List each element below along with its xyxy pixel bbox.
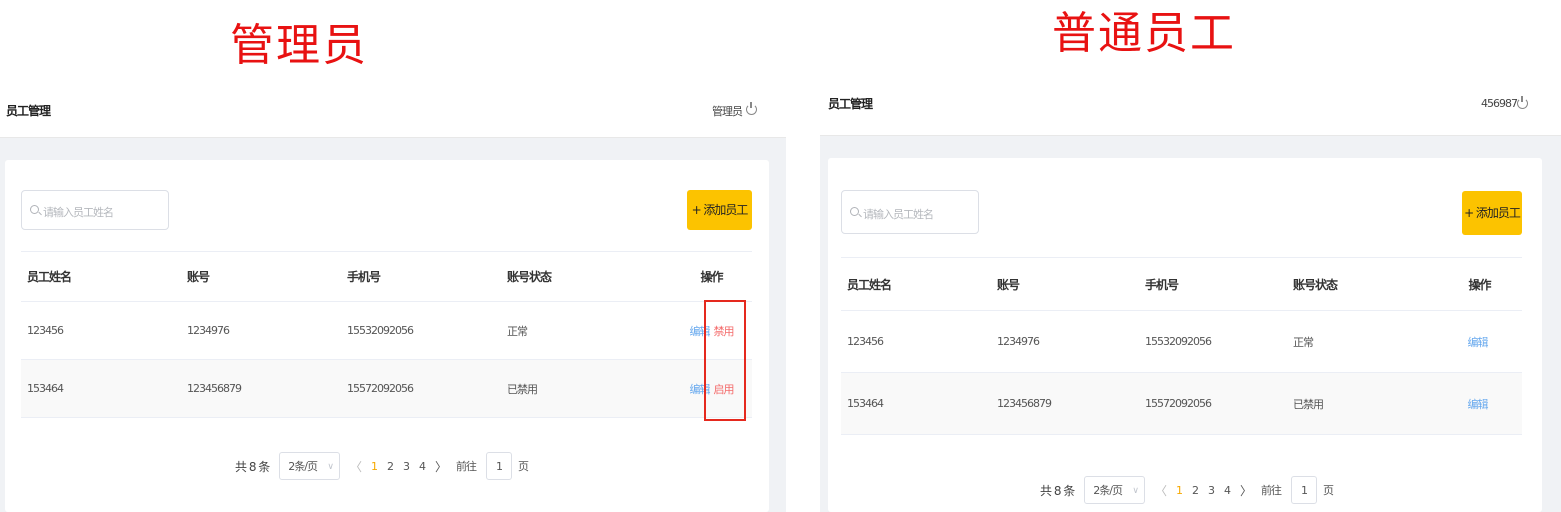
table-row: 123456 1234976 15532092056 正常 编辑 <box>841 310 1522 373</box>
column-header: 账号状态 <box>1287 257 1437 311</box>
page-number[interactable]: 3 <box>403 460 410 473</box>
caption-admin: 管理员 <box>230 20 368 71</box>
page-number[interactable]: 1 <box>371 460 378 473</box>
column-header: 操作 <box>671 251 752 302</box>
goto-page-input[interactable]: 1 <box>1291 476 1318 504</box>
admin-view-panel: 员工管理 管理员 请输入员工姓名 + 添加员工 员工姓名 账号 手机号 账号状态… <box>0 82 786 512</box>
prev-page-button[interactable]: 〈 <box>350 458 362 475</box>
search-icon <box>30 205 39 214</box>
power-icon[interactable] <box>746 102 757 115</box>
cell-actions: 编辑 <box>1437 310 1522 373</box>
cell-name: 153464 <box>841 372 991 435</box>
header-bar: 员工管理 456987 <box>820 80 1561 136</box>
column-header: 手机号 <box>341 251 501 302</box>
employee-table: 员工姓名 账号 手机号 账号状态 操作 123456 1234976 15532… <box>841 257 1522 435</box>
column-header: 员工姓名 <box>841 257 991 311</box>
chevron-down-icon: ∨ <box>1132 486 1139 496</box>
column-header: 账号 <box>181 251 341 302</box>
search-input[interactable]: 请输入员工姓名 <box>21 190 169 230</box>
table-row: 123456 1234976 15532092056 正常 编辑 禁用 <box>21 301 752 360</box>
next-page-button[interactable]: 〉 <box>1240 482 1252 499</box>
cell-account: 1234976 <box>991 310 1139 373</box>
page-number[interactable]: 2 <box>387 460 394 473</box>
next-page-button[interactable]: 〉 <box>435 458 447 475</box>
page-size-select[interactable]: 2条/页 ∨ <box>279 452 340 480</box>
cell-phone: 15572092056 <box>341 359 501 418</box>
table-header-row: 员工姓名 账号 手机号 账号状态 操作 <box>21 251 752 302</box>
total-count: 共 8 条 <box>235 459 270 474</box>
cell-account: 123456879 <box>181 359 341 418</box>
page-number[interactable]: 4 <box>1224 484 1231 497</box>
edit-link[interactable]: 编辑 <box>1468 398 1489 411</box>
staff-view-panel: 员工管理 456987 请输入员工姓名 + 添加员工 员工姓名 账号 手机号 账… <box>820 80 1561 512</box>
page-number[interactable]: 1 <box>1176 484 1183 497</box>
cell-account: 123456879 <box>991 372 1139 435</box>
cell-phone: 15532092056 <box>1139 310 1287 373</box>
pagination: 共 8 条 2条/页 ∨ 〈 1 2 3 4 〉 前往 1 页 <box>235 451 538 481</box>
table-header-row: 员工姓名 账号 手机号 账号状态 操作 <box>841 257 1522 311</box>
page-number[interactable]: 3 <box>1208 484 1215 497</box>
user-name[interactable]: 管理员 <box>712 103 743 119</box>
page-size-value: 2条/页 <box>288 460 318 473</box>
cell-status: 已禁用 <box>1287 372 1437 435</box>
pagination: 共 8 条 2条/页 ∨ 〈 1 2 3 4 〉 前往 1 页 <box>1040 474 1343 506</box>
column-header: 员工姓名 <box>21 251 181 302</box>
search-placeholder: 请输入员工姓名 <box>863 208 934 221</box>
goto-label: 前往 <box>1261 484 1282 497</box>
cell-status: 正常 <box>501 301 671 360</box>
cell-account: 1234976 <box>181 301 341 360</box>
cell-name: 153464 <box>21 359 181 418</box>
goto-page-input[interactable]: 1 <box>486 452 513 480</box>
table-row: 153464 123456879 15572092056 已禁用 编辑 启用 <box>21 359 752 418</box>
table-row: 153464 123456879 15572092056 已禁用 编辑 <box>841 372 1522 435</box>
goto-suffix: 页 <box>518 460 529 473</box>
total-count: 共 8 条 <box>1040 483 1075 498</box>
search-placeholder: 请输入员工姓名 <box>43 206 114 219</box>
employee-table: 员工姓名 账号 手机号 账号状态 操作 123456 1234976 15532… <box>21 251 752 418</box>
header-bar: 员工管理 管理员 <box>0 82 786 138</box>
column-header: 账号状态 <box>501 251 671 302</box>
page-title: 员工管理 <box>6 104 51 118</box>
page-number[interactable]: 2 <box>1192 484 1199 497</box>
user-name[interactable]: 456987 <box>1481 97 1518 110</box>
edit-link[interactable]: 编辑 <box>1468 336 1489 349</box>
add-employee-button[interactable]: + 添加员工 <box>1462 191 1522 235</box>
goto-label: 前往 <box>456 460 477 473</box>
cell-phone: 15532092056 <box>341 301 501 360</box>
search-input[interactable]: 请输入员工姓名 <box>841 190 979 234</box>
column-header: 操作 <box>1437 257 1522 311</box>
search-icon <box>850 207 859 216</box>
page-size-value: 2条/页 <box>1093 484 1123 497</box>
page-title: 员工管理 <box>828 97 873 111</box>
cell-status: 已禁用 <box>501 359 671 418</box>
cell-actions: 编辑 <box>1437 372 1522 435</box>
cell-phone: 15572092056 <box>1139 372 1287 435</box>
caption-staff: 普通员工 <box>1052 8 1236 59</box>
highlight-box <box>704 300 746 421</box>
page-size-select[interactable]: 2条/页 ∨ <box>1084 476 1145 504</box>
cell-status: 正常 <box>1287 310 1437 373</box>
cell-name: 123456 <box>21 301 181 360</box>
column-header: 手机号 <box>1139 257 1287 311</box>
prev-page-button[interactable]: 〈 <box>1155 482 1167 499</box>
add-employee-button[interactable]: + 添加员工 <box>687 190 752 230</box>
page-number[interactable]: 4 <box>419 460 426 473</box>
power-icon[interactable] <box>1517 96 1528 109</box>
cell-name: 123456 <box>841 310 991 373</box>
column-header: 账号 <box>991 257 1139 311</box>
goto-suffix: 页 <box>1323 484 1334 497</box>
chevron-down-icon: ∨ <box>327 462 334 472</box>
